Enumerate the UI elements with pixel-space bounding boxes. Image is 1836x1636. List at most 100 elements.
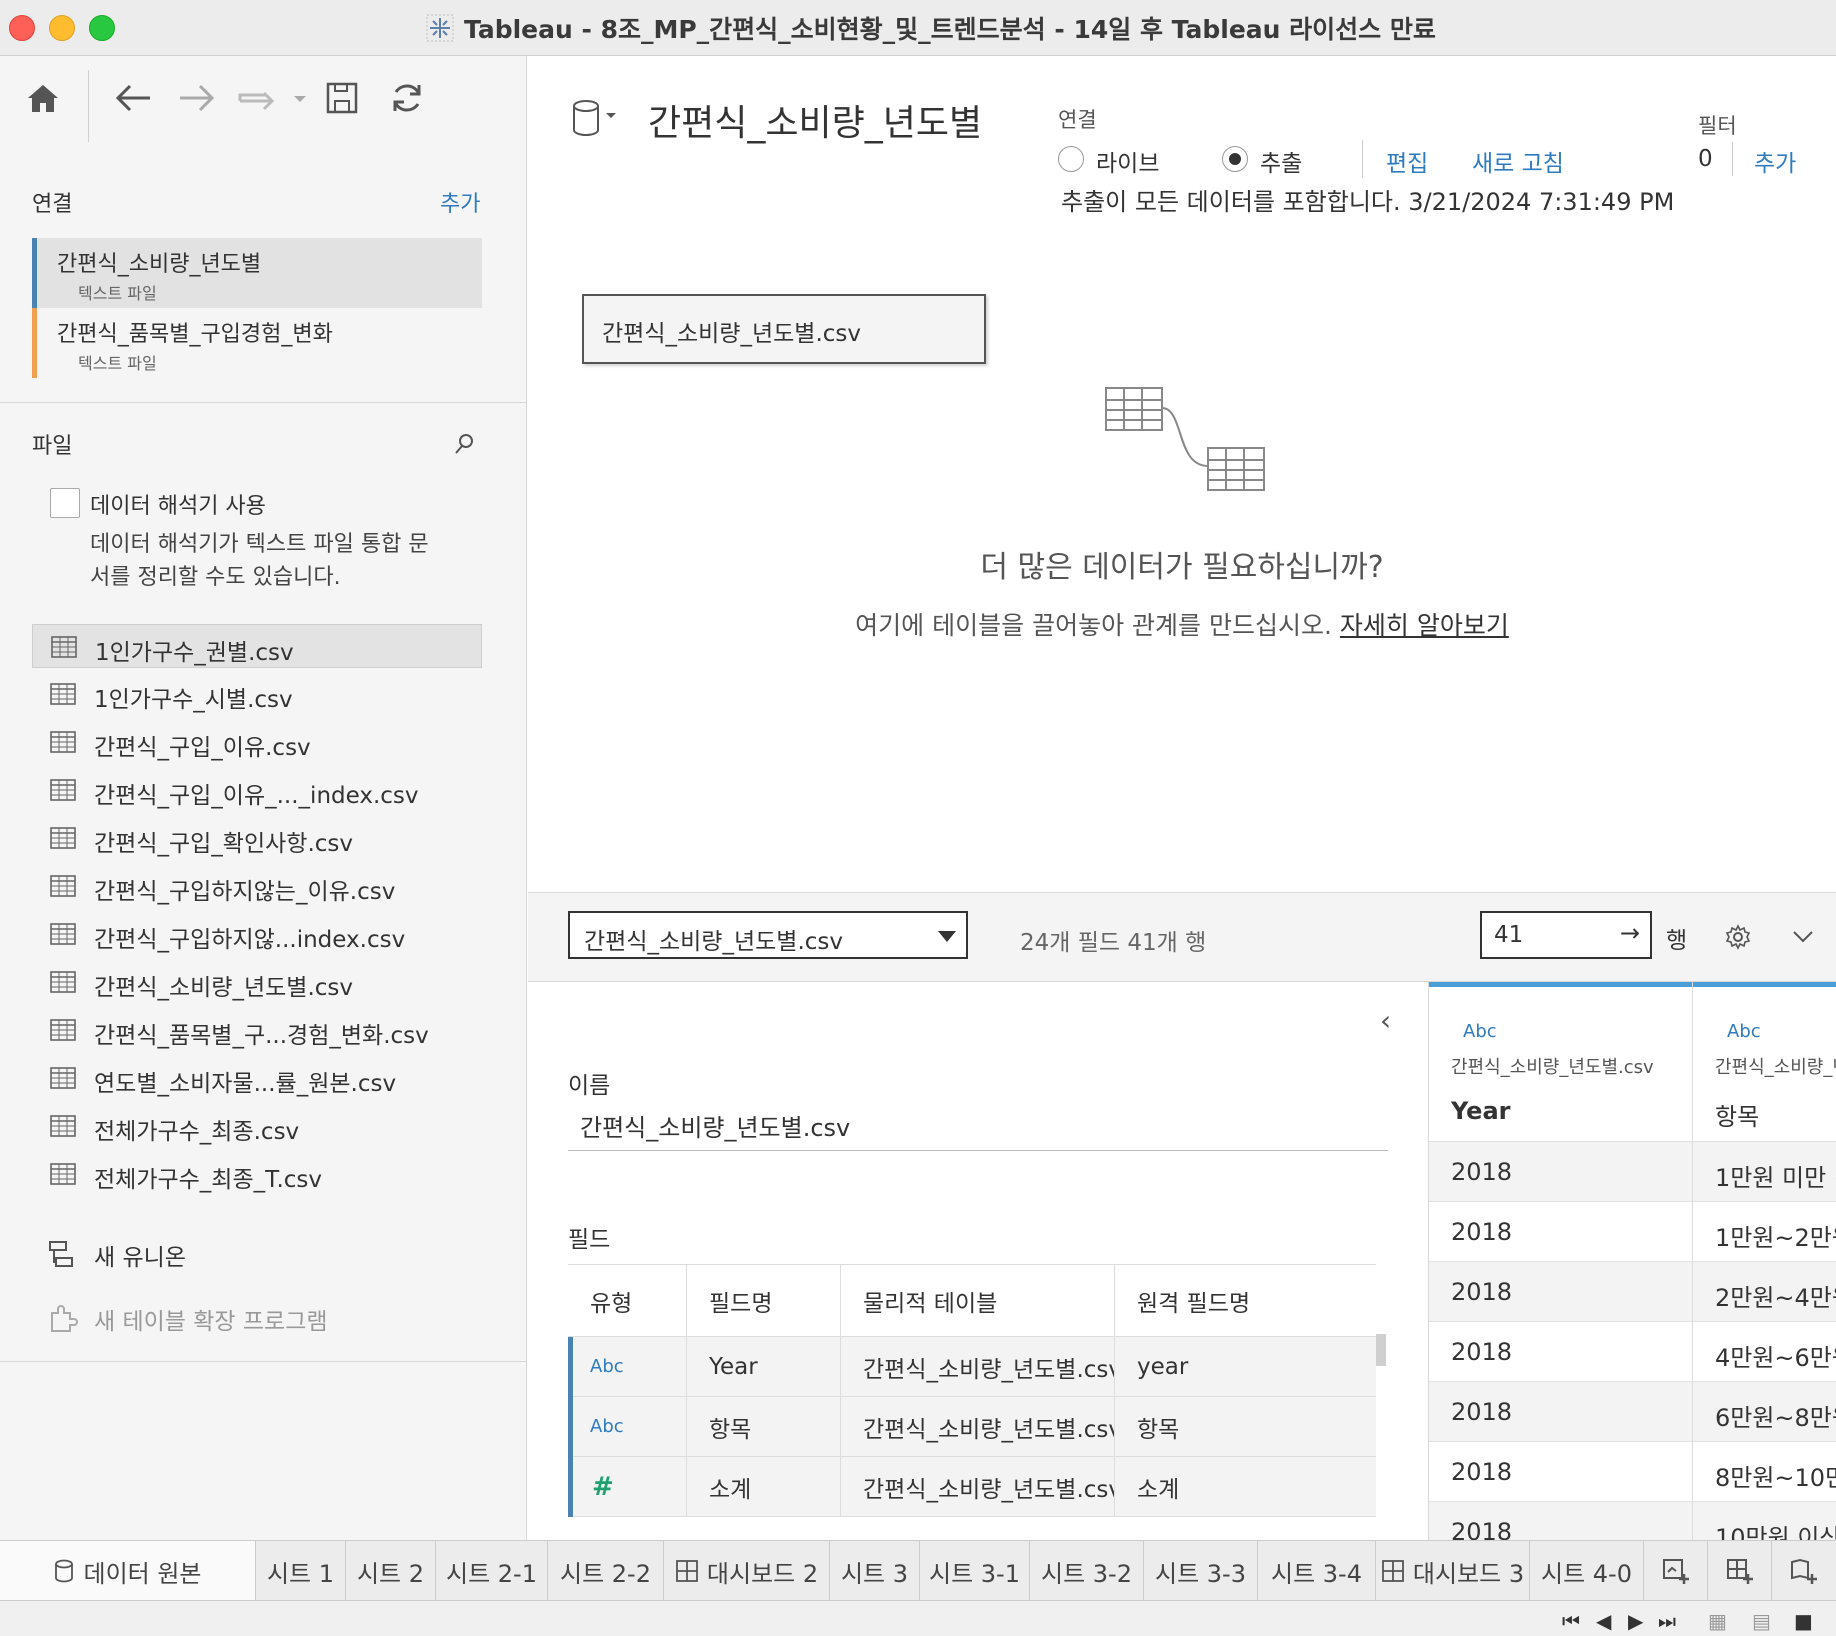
column-name[interactable]: 항목	[1715, 1097, 1759, 1132]
redo-dropdown-icon[interactable]	[236, 76, 308, 120]
grid-cell[interactable]: 6만원~8만원	[1693, 1382, 1836, 1442]
grid-cell[interactable]: 2018	[1429, 1442, 1692, 1502]
tab-sheet-2-1[interactable]: 시트 2-1	[436, 1541, 548, 1601]
data-interpreter-checkbox[interactable]	[50, 488, 80, 518]
tab-dashboard-3[interactable]: 대시보드 3	[1376, 1541, 1530, 1601]
field-name-cell[interactable]: 항목	[686, 1397, 840, 1456]
minimize-window-button[interactable]	[49, 15, 75, 41]
rows-input[interactable]: 41 →	[1480, 911, 1652, 959]
file-item[interactable]: 1인가구수_시별.csv	[32, 672, 482, 716]
file-item[interactable]: 간편식_소비량_년도별.csv	[32, 960, 482, 1004]
field-name-cell[interactable]: Year	[686, 1337, 840, 1396]
tabs-view-icon[interactable]: ■	[1794, 1609, 1813, 1633]
add-filter-link[interactable]: 추가	[1754, 144, 1796, 178]
refresh-icon[interactable]	[386, 76, 428, 120]
datasource-dropdown-icon[interactable]	[570, 98, 620, 140]
add-connection-link[interactable]: 추가	[440, 186, 480, 218]
home-icon[interactable]	[22, 76, 64, 120]
metadata-name-field[interactable]: 간편식_소비량_년도별.csv	[580, 1108, 850, 1143]
filmstrip-icon[interactable]: ▤	[1752, 1609, 1771, 1633]
file-item[interactable]: 간편식_품목별_구...경험_변화.csv	[32, 1008, 482, 1052]
string-type-icon[interactable]: Abc	[578, 1416, 624, 1437]
back-arrow-icon[interactable]	[112, 76, 154, 120]
grid-cell[interactable]: 4만원~6만원	[1693, 1322, 1836, 1382]
canvas-table-card[interactable]: 간편식_소비량_년도별.csv	[582, 294, 986, 364]
scrollbar[interactable]	[1376, 1334, 1386, 1366]
tab-sheet-2[interactable]: 시트 2	[346, 1541, 436, 1601]
tab-sheet-3-2[interactable]: 시트 3-2	[1030, 1541, 1144, 1601]
header-field-name[interactable]: 필드명	[686, 1265, 840, 1336]
grid-cell[interactable]: 2018	[1429, 1382, 1692, 1442]
last-sheet-icon[interactable]: ⏭	[1658, 1609, 1676, 1633]
grid-cell[interactable]: 1만원 미만 (	[1693, 1142, 1836, 1202]
file-item[interactable]: 1인가구수_권별.csv	[32, 624, 482, 668]
tab-sheet-3-3[interactable]: 시트 3-3	[1144, 1541, 1258, 1601]
live-radio[interactable]	[1058, 146, 1084, 172]
new-union-item[interactable]: 새 유니온	[48, 1234, 186, 1274]
forward-arrow-icon[interactable]	[176, 76, 218, 120]
new-worksheet-icon[interactable]	[1644, 1541, 1708, 1601]
extract-radio[interactable]	[1222, 146, 1248, 172]
grid-cell[interactable]: 2018	[1429, 1262, 1692, 1322]
connection-item-0[interactable]: 간편식_소비량_년도별 텍스트 파일	[32, 238, 482, 308]
file-item[interactable]: 간편식_구입하지않...index.csv	[32, 912, 482, 956]
refresh-extract-link[interactable]: 새로 고침	[1472, 144, 1564, 178]
save-icon[interactable]	[322, 76, 362, 120]
tab-sheet-4-0[interactable]: 시트 4-0	[1530, 1541, 1644, 1601]
file-item[interactable]: 간편식_구입하지않는_이유.csv	[32, 864, 482, 908]
file-item[interactable]: 전체가구수_최종.csv	[32, 1104, 482, 1148]
grid-cell[interactable]: 2018	[1429, 1202, 1692, 1262]
file-item[interactable]: 간편식_구입_이유.csv	[32, 720, 482, 764]
chevron-down-icon[interactable]	[1790, 923, 1816, 949]
column-name[interactable]: Year	[1451, 1097, 1510, 1125]
new-story-icon[interactable]	[1772, 1541, 1836, 1601]
prev-sheet-icon[interactable]: ◀	[1596, 1609, 1611, 1633]
header-remote-field[interactable]: 원격 필드명	[1114, 1265, 1376, 1336]
search-icon[interactable]	[452, 432, 476, 456]
first-sheet-icon[interactable]: ⏮	[1562, 1609, 1580, 1633]
tab-sheet-2-2[interactable]: 시트 2-2	[548, 1541, 664, 1601]
string-type-icon[interactable]: Abc	[578, 1356, 624, 1377]
column-type-icon[interactable]: Abc	[1463, 1021, 1497, 1042]
edit-extract-link[interactable]: 편집	[1386, 144, 1428, 178]
tab-sheet-3-1[interactable]: 시트 3-1	[920, 1541, 1030, 1601]
field-name-cell[interactable]: 소계	[686, 1457, 840, 1516]
gear-icon[interactable]	[1724, 923, 1752, 951]
tab-sheet-3-4[interactable]: 시트 3-4	[1258, 1541, 1376, 1601]
collapse-metadata-icon[interactable]: ‹	[1380, 1004, 1391, 1037]
table-row[interactable]: Abc Year 간편식_소비량_년도별.csv year	[568, 1337, 1376, 1397]
tab-sheet-3[interactable]: 시트 3	[830, 1541, 920, 1601]
close-window-button[interactable]	[9, 15, 35, 41]
type-cell[interactable]: Abc	[568, 1337, 686, 1396]
tab-data-source[interactable]: 데이터 원본	[0, 1541, 256, 1601]
file-item[interactable]: 간편식_구입_이유_..._index.csv	[32, 768, 482, 812]
grid-cell[interactable]: 2018	[1429, 1142, 1692, 1202]
grid-cell[interactable]: 2만원~4만원	[1693, 1262, 1836, 1322]
sheet-sorter-icon[interactable]: ▦	[1708, 1609, 1727, 1633]
table-row[interactable]: # 소계 간편식_소비량_년도별.csv 소계	[568, 1457, 1376, 1517]
header-physical-table[interactable]: 물리적 테이블	[840, 1265, 1114, 1336]
new-table-extension-item[interactable]: 새 테이블 확장 프로그램	[48, 1298, 328, 1338]
table-row[interactable]: Abc 항목 간편식_소비량_년도별.csv 항목	[568, 1397, 1376, 1457]
file-item[interactable]: 간편식_구입_확인사항.csv	[32, 816, 482, 860]
type-cell[interactable]: Abc	[568, 1397, 686, 1456]
learn-more-link[interactable]: 자세히 알아보기	[1340, 611, 1509, 640]
grid-cell[interactable]: 8만원~10만	[1693, 1442, 1836, 1502]
apply-arrow-icon[interactable]: →	[1620, 919, 1640, 947]
column-type-icon[interactable]: Abc	[1727, 1021, 1761, 1042]
zoom-window-button[interactable]	[89, 15, 115, 41]
next-sheet-icon[interactable]: ▶	[1628, 1609, 1643, 1633]
grid-cell[interactable]: 2018	[1429, 1322, 1692, 1382]
tab-dashboard-2[interactable]: 대시보드 2	[664, 1541, 830, 1601]
new-dashboard-icon[interactable]	[1708, 1541, 1772, 1601]
grid-column-header[interactable]: Abc 간편식_소비량_년도별.csv 항목	[1693, 982, 1836, 1142]
connection-item-1[interactable]: 간편식_품목별_구입경험_변화 텍스트 파일	[32, 308, 482, 378]
tab-sheet-1[interactable]: 시트 1	[256, 1541, 346, 1601]
file-item[interactable]: 전체가구수_최종_T.csv	[32, 1152, 482, 1196]
grid-cell[interactable]: 1만원~2만원	[1693, 1202, 1836, 1262]
datasource-title[interactable]: 간편식_소비량_년도별	[648, 94, 982, 146]
table-select[interactable]: 간편식_소비량_년도별.csv	[568, 911, 968, 959]
file-item[interactable]: 연도별_소비자물...률_원본.csv	[32, 1056, 482, 1100]
grid-column-header[interactable]: Abc 간편식_소비량_년도별.csv Year	[1429, 982, 1692, 1142]
header-type[interactable]: 유형	[568, 1265, 686, 1336]
